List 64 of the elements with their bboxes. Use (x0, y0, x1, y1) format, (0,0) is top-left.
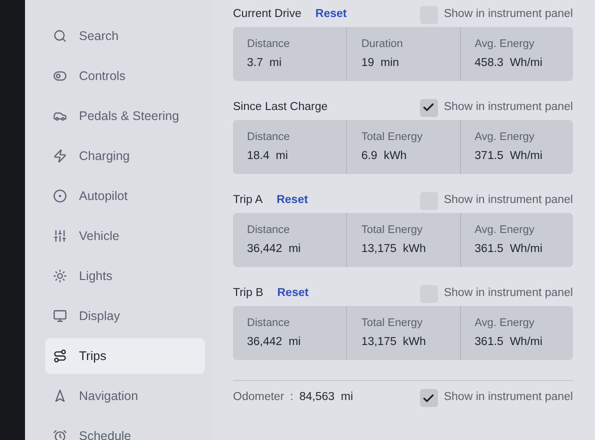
stat-label: Distance (247, 222, 291, 238)
display-icon (53, 309, 67, 323)
stat-label: Total Energy (361, 130, 424, 145)
checkbox-label: Show in instrument panel (444, 286, 573, 301)
sidebar-item[interactable]: Controls (45, 58, 205, 94)
bolt-icon (53, 149, 67, 163)
sliders-icon (53, 229, 67, 243)
stat-value: 3.7 mi (247, 56, 283, 72)
stat-value: 36,442 mi (247, 335, 302, 350)
sidebar-item[interactable]: Search (45, 18, 205, 54)
stat-label: Avg. Energy (474, 36, 536, 52)
check-icon (422, 101, 436, 114)
reset-link[interactable]: Reset (315, 6, 347, 24)
stat-value: 361.5 Wh/mi (474, 335, 544, 350)
separator: : (290, 390, 294, 406)
checkbox[interactable] (420, 389, 438, 407)
sidebar-item[interactable]: Trips (45, 338, 205, 374)
route-icon (53, 349, 67, 363)
stat-label: Distance (247, 316, 291, 331)
stat-label: Avg. Energy (474, 130, 536, 145)
reset-link[interactable]: Reset (277, 284, 309, 302)
sidebar-item[interactable]: Lights (45, 258, 205, 294)
checkbox-label: Show in instrument panel (444, 192, 573, 208)
sun-icon (53, 269, 67, 283)
toggle-icon (53, 69, 67, 83)
stat-value: 19 min (361, 56, 400, 72)
stat-label: Duration (361, 36, 404, 52)
odometer-label: Odometer (233, 390, 284, 406)
reset-link[interactable]: Reset (276, 192, 308, 210)
stat-label: Distance (247, 36, 291, 52)
check-icon (422, 392, 436, 404)
checkbox[interactable] (420, 98, 438, 116)
stat-value: 36,442 mi (247, 242, 302, 258)
stat-value: 6.9 kWh (361, 149, 408, 164)
sidebar-item[interactable]: Schedule (45, 418, 205, 440)
stat-value: 361.5 Wh/mi (474, 242, 544, 258)
sidebar-item[interactable]: Charging (45, 138, 205, 174)
stat-label: Distance (247, 130, 291, 145)
stat-value: 13,175 kWh (361, 242, 427, 258)
section-title: Trip B (233, 286, 264, 301)
stat-label: Avg. Energy (474, 316, 536, 331)
sidebar-item[interactable]: Vehicle (45, 218, 205, 254)
alarm-clock-icon (53, 429, 67, 440)
sidebar-item[interactable]: Autopilot (45, 178, 205, 214)
stat-label: Total Energy (361, 316, 424, 331)
stat-label: Avg. Energy (474, 222, 536, 238)
section-title: Since Last Charge (233, 100, 328, 115)
stat-value: 371.5 Wh/mi (474, 149, 544, 164)
checkbox-label: Show in instrument panel (444, 390, 573, 406)
stat-value: 458.3 Wh/mi (474, 56, 544, 72)
stat-label: Total Energy (361, 222, 424, 238)
stat-value: 13,175 kWh (361, 335, 427, 350)
search-icon (53, 29, 67, 43)
section-title: Trip A (233, 192, 263, 208)
sidebar-item[interactable]: Navigation (45, 378, 205, 414)
odometer-value: 84,563 mi (299, 390, 354, 406)
sidebar-item[interactable]: Pedals & Steering (45, 98, 205, 134)
sidebar-item[interactable]: Display (45, 298, 205, 334)
section-title: Current Drive (233, 6, 302, 22)
steering-wheel-icon (53, 189, 67, 203)
checkbox-label: Show in instrument panel (444, 100, 573, 115)
navigation-arrow-icon (53, 389, 67, 403)
checkbox-label: Show in instrument panel (444, 6, 573, 22)
stat-value: 18.4 mi (247, 149, 289, 164)
